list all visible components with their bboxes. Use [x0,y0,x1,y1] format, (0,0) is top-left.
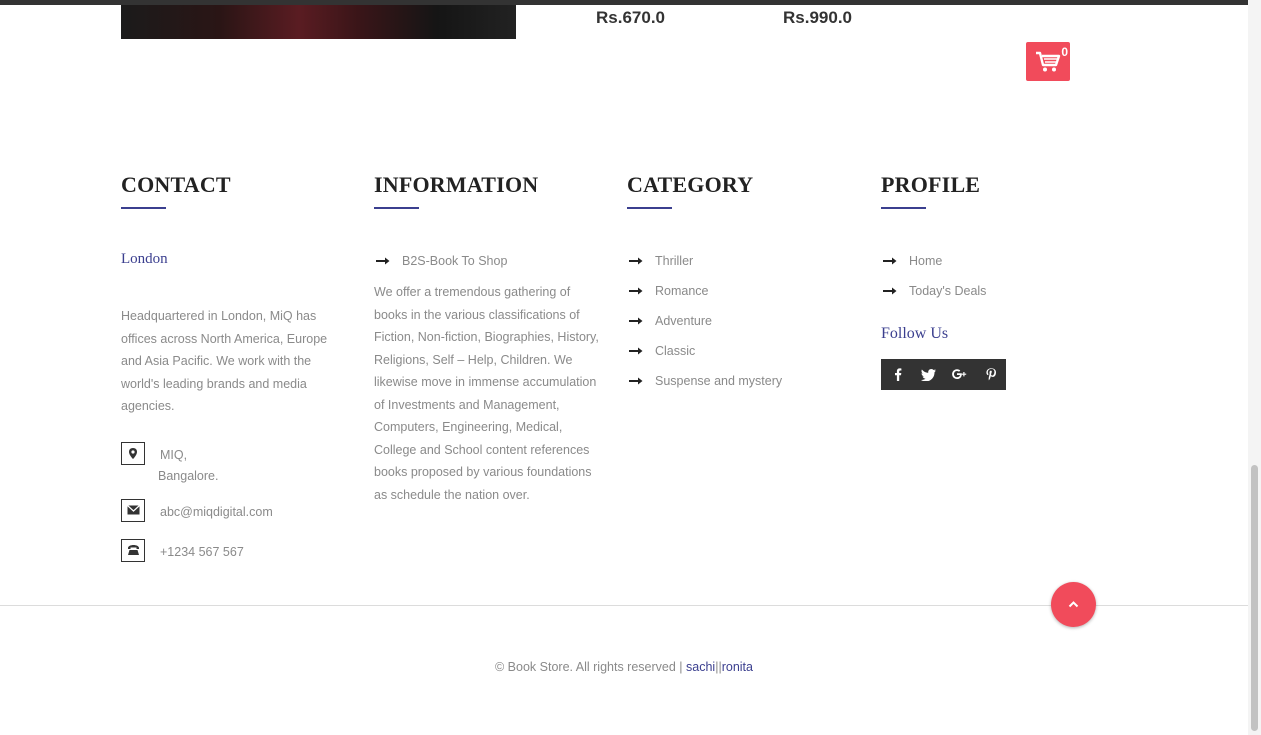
contact-description: Headquartered in London, MiQ has offices… [121,309,328,413]
follow-us-title: Follow Us [881,325,949,342]
title-underline [881,207,926,209]
category-item-label: Adventure [655,314,712,328]
category-section: CATEGORY Thriller Romance Adventure Clas… [627,172,867,403]
social-links [881,359,1006,390]
category-item-romance[interactable]: Romance [627,283,867,313]
arrow-right-icon [629,257,643,265]
cart-count-badge: 0 [1061,45,1068,59]
google-plus-icon[interactable] [944,359,975,390]
information-description: We offer a tremendous gathering of books… [374,285,599,502]
profile-title: PROFILE [881,172,981,197]
category-links: Thriller Romance Adventure Classic Suspe… [627,253,867,403]
category-title: CATEGORY [627,172,754,197]
envelope-icon [121,499,145,522]
arrow-right-icon [629,347,643,355]
category-item-suspense[interactable]: Suspense and mystery [627,373,867,403]
cart-button[interactable]: 0 [1026,42,1070,81]
address-line-2: Bangalore. [158,469,219,483]
arrow-right-icon [629,287,643,295]
profile-item-home[interactable]: Home [881,253,1121,283]
phone-icon [121,539,145,562]
information-title: INFORMATION [374,172,539,197]
chevron-up-icon [1068,601,1079,608]
copyright-text: © Book Store. All rights reserved | [495,660,687,674]
contact-title: CONTACT [121,172,231,197]
profile-item-label: Home [909,254,943,268]
facebook-icon[interactable] [882,359,913,390]
footer-copyright: © Book Store. All rights reserved | sach… [0,660,1248,674]
profile-item-label: Today's Deals [909,284,987,298]
profile-section: PROFILE Home Today's Deals Follow Us [881,172,1121,390]
author-link-sachi[interactable]: sachi [686,660,715,674]
title-underline [374,207,419,209]
address-line-1: MIQ, [160,448,188,462]
information-link[interactable]: B2S-Book To Shop [374,253,602,283]
category-item-label: Thriller [655,254,694,268]
information-link-label: B2S-Book To Shop [402,254,508,268]
category-item-label: Romance [655,284,709,298]
product-image[interactable] [121,5,516,39]
category-item-label: Suspense and mystery [655,374,783,388]
category-item-label: Classic [655,344,696,358]
contact-section: CONTACT London Headquartered in London, … [121,172,361,562]
arrow-right-icon [883,257,897,265]
title-underline [627,207,672,209]
shopping-cart-icon [1036,51,1061,72]
twitter-icon[interactable] [913,359,944,390]
arrow-right-icon [883,287,897,295]
product-price: Rs.990.0 [783,8,852,27]
arrow-right-icon [629,377,643,385]
profile-item-todays-deals[interactable]: Today's Deals [881,283,1121,313]
category-item-classic[interactable]: Classic [627,343,867,373]
arrow-right-icon [629,317,643,325]
profile-links: Home Today's Deals [881,253,1121,313]
information-section: INFORMATION B2S-Book To Shop We offer a … [374,172,602,506]
category-item-thriller[interactable]: Thriller [627,253,867,283]
author-link-ronita[interactable]: ronita [722,660,753,674]
scroll-to-top-button[interactable] [1051,582,1096,627]
pinterest-icon[interactable] [975,359,1006,390]
product-price: Rs.670.0 [596,8,665,27]
information-links: B2S-Book To Shop [374,253,602,283]
arrow-right-icon [376,257,390,265]
contact-city: London [121,251,168,267]
scrollbar-thumb[interactable] [1251,465,1258,731]
title-underline [121,207,166,209]
location-pin-icon [121,442,145,465]
category-item-adventure[interactable]: Adventure [627,313,867,343]
email-link[interactable]: abc@miqdigital.com [160,502,273,523]
phone-number[interactable]: +1234 567 567 [160,542,244,563]
